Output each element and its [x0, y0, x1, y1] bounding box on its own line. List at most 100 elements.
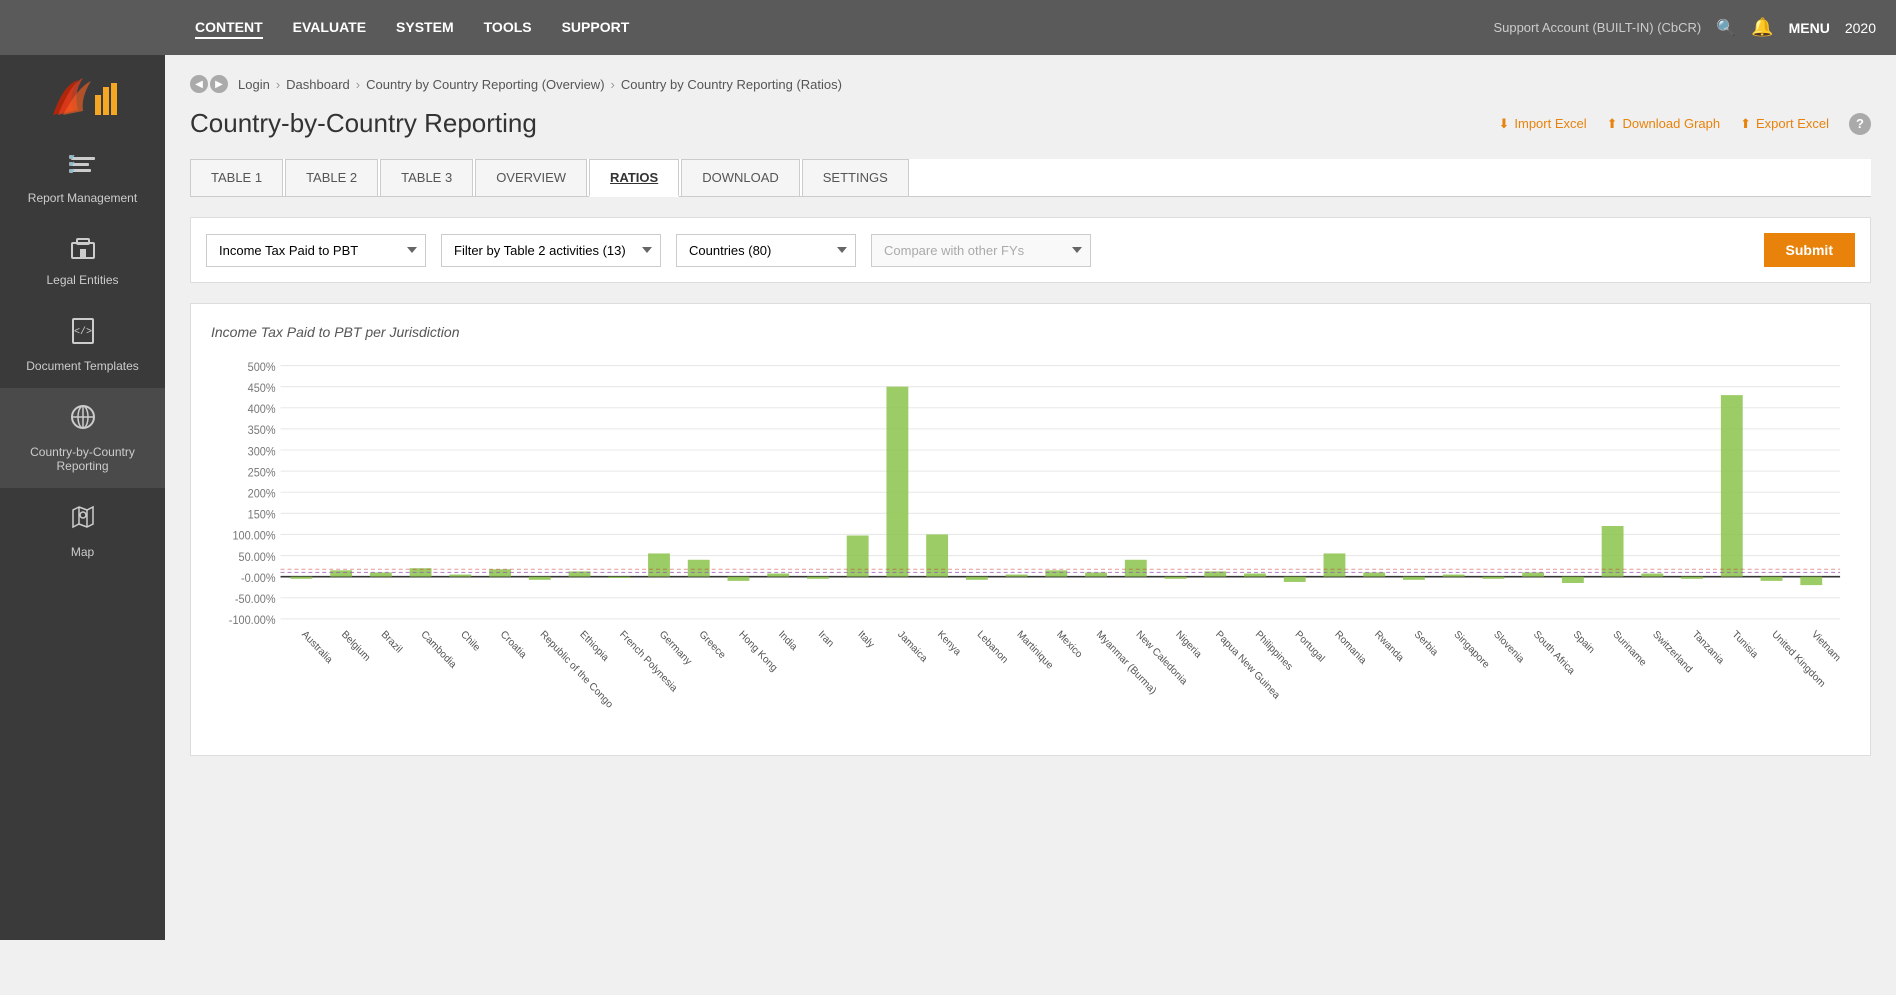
x-label-germany: Germany: [657, 629, 694, 668]
help-button[interactable]: ?: [1849, 113, 1871, 135]
metric-dropdown[interactable]: Income Tax Paid to PBTEffective Tax Rate…: [206, 234, 426, 267]
chart-container: Income Tax Paid to PBT per Jurisdiction …: [190, 303, 1871, 756]
main-content: ◀ ▶ Login › Dashboard › Country by Count…: [165, 55, 1896, 940]
tab-table3[interactable]: TABLE 3: [380, 159, 473, 196]
download-graph-button[interactable]: ⬆ Download Graph: [1607, 116, 1720, 132]
svg-text:-50.00%: -50.00%: [235, 594, 276, 606]
controls-bar: Income Tax Paid to PBTEffective Tax Rate…: [190, 217, 1871, 283]
account-label: Support Account (BUILT-IN) (CbCR): [1493, 20, 1701, 35]
svg-text:Greece: Greece: [697, 629, 728, 662]
bar-hongkong: [728, 577, 750, 581]
nav-tools[interactable]: TOOLS: [484, 17, 532, 39]
sidebar-item-label: Map: [71, 545, 94, 559]
breadcrumb-forward-button[interactable]: ▶: [210, 75, 228, 93]
svg-text:450%: 450%: [248, 383, 276, 395]
x-label-iran: Iran: [816, 629, 836, 650]
map-icon: [69, 503, 97, 537]
x-label-kenya: Kenya: [935, 629, 963, 658]
svg-text:Portugal: Portugal: [1293, 629, 1327, 665]
svg-text:50.00%: 50.00%: [239, 552, 276, 564]
svg-text:Mexico: Mexico: [1054, 629, 1084, 661]
svg-text:-100.00%: -100.00%: [229, 615, 276, 627]
tab-table2[interactable]: TABLE 2: [285, 159, 378, 196]
nav-support[interactable]: SUPPORT: [562, 17, 630, 39]
compare-fy-dropdown[interactable]: Compare with other FYs201920182017: [871, 234, 1091, 267]
sidebar-item-report-management[interactable]: Report Management: [0, 140, 165, 220]
tab-table1[interactable]: TABLE 1: [190, 159, 283, 196]
menu-button[interactable]: MENU: [1789, 20, 1830, 36]
search-icon[interactable]: 🔍: [1716, 18, 1736, 38]
svg-text:250%: 250%: [248, 467, 276, 479]
svg-text:Tanzania: Tanzania: [1690, 629, 1726, 667]
x-label-suriname: Suriname: [1611, 629, 1649, 669]
bell-icon[interactable]: 🔔: [1751, 17, 1773, 38]
bar-congo: [529, 577, 551, 580]
breadcrumb-dashboard[interactable]: Dashboard: [286, 77, 350, 92]
x-label-nigeria: Nigeria: [1173, 629, 1203, 661]
sidebar-item-document-templates[interactable]: </> Document Templates: [0, 302, 165, 388]
svg-text:Hong Kong: Hong Kong: [736, 629, 779, 675]
x-label-rwanda: Rwanda: [1372, 629, 1405, 665]
download-arrow-icon: ⬆: [1607, 116, 1618, 132]
x-label-singapore: Singapore: [1452, 629, 1492, 671]
sidebar-item-label: Document Templates: [26, 359, 139, 373]
breadcrumb-overview[interactable]: Country by Country Reporting (Overview): [366, 77, 604, 92]
bar-germany: [648, 553, 670, 576]
bar-brazil: [370, 572, 392, 576]
x-label-vietnam: Vietnam: [1809, 629, 1842, 664]
nav-content[interactable]: CONTENT: [195, 17, 263, 39]
breadcrumb-back-button[interactable]: ◀: [190, 75, 208, 93]
svg-text:150%: 150%: [248, 509, 276, 521]
x-label-mexico: Mexico: [1054, 629, 1084, 661]
sidebar-item-legal-entities[interactable]: Legal Entities: [0, 220, 165, 302]
bar-french-polynesia: [608, 577, 630, 578]
x-label-india: India: [776, 629, 799, 653]
svg-text:Romania: Romania: [1332, 629, 1368, 667]
bar-tunisia: [1721, 395, 1743, 577]
export-excel-button[interactable]: ⬆ Export Excel: [1740, 116, 1829, 132]
year-label: 2020: [1845, 20, 1876, 36]
svg-text:Spain: Spain: [1571, 629, 1597, 656]
bar-switzerland: [1641, 574, 1663, 577]
breadcrumb-login[interactable]: Login: [238, 77, 270, 92]
nav-right: Support Account (BUILT-IN) (CbCR) 🔍 🔔 ME…: [1493, 17, 1876, 38]
nav-evaluate[interactable]: EVALUATE: [293, 17, 366, 39]
activities-dropdown[interactable]: Filter by Table 2 activities (13)All act…: [441, 234, 661, 267]
svg-text:South Africa: South Africa: [1531, 629, 1577, 677]
tab-settings[interactable]: SETTINGS: [802, 159, 909, 196]
svg-text:Chile: Chile: [458, 629, 482, 654]
bar-new-caledonia: [1125, 560, 1147, 577]
svg-text:350%: 350%: [248, 425, 276, 437]
x-label-greece: Greece: [697, 629, 728, 662]
bar-vietnam: [1800, 577, 1822, 585]
breadcrumb-sep-1: ›: [276, 77, 280, 92]
bar-australia: [290, 577, 312, 579]
svg-text:Singapore: Singapore: [1452, 629, 1492, 671]
bar-jamaica: [886, 387, 908, 577]
bar-slovenia: [1482, 577, 1504, 579]
nav-system[interactable]: SYSTEM: [396, 17, 454, 39]
tab-download[interactable]: DOWNLOAD: [681, 159, 800, 196]
sidebar-item-label: Report Management: [28, 191, 137, 205]
tab-ratios[interactable]: RATIOS: [589, 159, 679, 197]
svg-text:Germany: Germany: [657, 629, 694, 668]
submit-button[interactable]: Submit: [1764, 233, 1855, 267]
sidebar-item-cbcr[interactable]: Country-by-Country Reporting: [0, 388, 165, 488]
sidebar-item-map[interactable]: Map: [0, 488, 165, 574]
x-label-congo: Republic of the Congo: [538, 629, 615, 711]
import-excel-button[interactable]: ⬇ Import Excel: [1498, 116, 1586, 132]
tabs-container: TABLE 1 TABLE 2 TABLE 3 OVERVIEW RATIOS …: [190, 159, 1871, 197]
svg-text:</>: </>: [73, 326, 91, 338]
tab-overview[interactable]: OVERVIEW: [475, 159, 587, 196]
nav-links: CONTENT EVALUATE SYSTEM TOOLS SUPPORT: [195, 17, 629, 39]
countries-dropdown[interactable]: Countries (80)All CountriesTop 20 Countr…: [676, 234, 856, 267]
bar-italy: [847, 536, 869, 577]
breadcrumb-sep-2: ›: [356, 77, 360, 92]
svg-text:Slovenia: Slovenia: [1491, 629, 1526, 666]
bar-martinique: [1006, 575, 1028, 577]
breadcrumb-nav-buttons: ◀ ▶: [190, 75, 228, 93]
svg-text:Croatia: Croatia: [498, 629, 528, 661]
chart-wrapper: 500% 450% 400% 350% 300% 250% 200%: [211, 355, 1850, 735]
page-header: Country-by-Country Reporting ⬇ Import Ex…: [190, 108, 1871, 139]
sidebar-logo: [0, 65, 165, 140]
